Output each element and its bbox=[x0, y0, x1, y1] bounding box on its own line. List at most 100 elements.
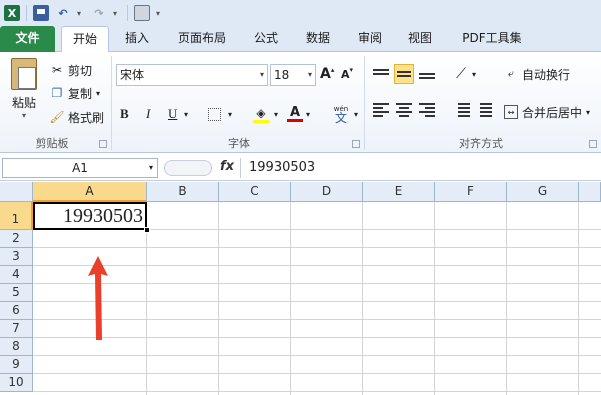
print-icon[interactable] bbox=[134, 5, 150, 21]
text-orientation-icon: ⟋ bbox=[456, 66, 466, 82]
font-size-select[interactable]: 18 ▾ bbox=[270, 64, 316, 86]
orientation-dropdown-icon[interactable]: ▾ bbox=[472, 64, 476, 84]
grid-line bbox=[578, 202, 579, 395]
fill-color-bar bbox=[253, 119, 269, 123]
tab-home[interactable]: 开始 bbox=[61, 26, 109, 53]
align-center-button[interactable] bbox=[394, 100, 414, 120]
column-header-g[interactable]: G bbox=[507, 182, 579, 202]
tab-data[interactable]: 数据 bbox=[296, 26, 340, 52]
toolbar-separator bbox=[127, 5, 128, 21]
align-left-button[interactable] bbox=[371, 100, 391, 120]
tab-review[interactable]: 审阅 bbox=[348, 26, 392, 52]
grow-font-button[interactable]: A ▴ bbox=[320, 64, 334, 84]
font-color-dropdown-icon[interactable]: ▾ bbox=[306, 104, 310, 124]
tab-view[interactable]: 视图 bbox=[398, 26, 442, 52]
row-header-7[interactable]: 7 bbox=[0, 320, 33, 338]
phonetic-char: 文 bbox=[334, 111, 347, 125]
column-header-h[interactable] bbox=[579, 182, 601, 202]
underline-dropdown-icon[interactable]: ▾ bbox=[184, 104, 188, 124]
font-color-button[interactable]: A bbox=[286, 104, 304, 124]
grid-line bbox=[33, 337, 601, 338]
fill-handle[interactable] bbox=[144, 227, 150, 233]
undo-icon[interactable]: ↶ bbox=[55, 5, 71, 21]
copy-button[interactable]: ❐ 复制 ▾ bbox=[50, 83, 100, 103]
decrease-indent-button[interactable] bbox=[452, 100, 472, 120]
wrap-text-button[interactable]: ⤶ 自动换行 bbox=[504, 64, 570, 84]
paste-button[interactable]: 粘贴 ▾ bbox=[6, 58, 42, 128]
italic-button[interactable]: I bbox=[146, 104, 150, 124]
fill-color-button[interactable]: ◈ bbox=[250, 104, 272, 124]
column-header-e[interactable]: E bbox=[363, 182, 435, 202]
column-header-b[interactable]: B bbox=[147, 182, 219, 202]
font-color-icon: A bbox=[289, 105, 301, 120]
paste-dropdown-icon[interactable]: ▾ bbox=[6, 111, 42, 120]
cut-button[interactable]: ✂ 剪切 bbox=[50, 60, 92, 80]
row-header-2[interactable]: 2 bbox=[0, 230, 33, 248]
cell-a1[interactable]: 19930503 bbox=[33, 202, 147, 230]
tab-pdf-tools[interactable]: PDF工具集 bbox=[452, 26, 532, 52]
row-header-3[interactable]: 3 bbox=[0, 248, 33, 266]
copy-dropdown-icon[interactable]: ▾ bbox=[96, 89, 100, 98]
column-header-a[interactable]: A bbox=[33, 182, 147, 202]
font-size-value: 18 bbox=[274, 68, 290, 82]
row-header-1[interactable]: 1 bbox=[0, 202, 33, 230]
orientation-button[interactable]: ⟋ bbox=[450, 64, 472, 84]
paste-icon bbox=[11, 58, 37, 90]
format-painter-label: 格式刷 bbox=[68, 110, 105, 125]
font-launcher-icon[interactable] bbox=[352, 140, 360, 148]
alignment-launcher-icon[interactable] bbox=[589, 140, 597, 148]
row-header-9[interactable]: 9 bbox=[0, 356, 33, 374]
scissors-icon: ✂ bbox=[51, 63, 63, 77]
tab-page-layout[interactable]: 页面布局 bbox=[168, 26, 236, 52]
align-bottom-button[interactable] bbox=[417, 64, 437, 84]
caret-down-icon: ▾ bbox=[349, 66, 354, 74]
align-middle-button[interactable] bbox=[394, 64, 414, 84]
tab-insert[interactable]: 插入 bbox=[114, 26, 160, 52]
fill-color-dropdown-icon[interactable]: ▾ bbox=[274, 104, 278, 124]
column-header-d[interactable]: D bbox=[291, 182, 363, 202]
save-icon[interactable] bbox=[33, 5, 49, 21]
font-name-value: 宋体 bbox=[120, 68, 145, 82]
increase-indent-button[interactable] bbox=[474, 100, 494, 120]
row-header-6[interactable]: 6 bbox=[0, 302, 33, 320]
align-top-button[interactable] bbox=[371, 64, 391, 84]
grid-line bbox=[33, 319, 601, 320]
formula-bar-resize-handle[interactable] bbox=[164, 160, 212, 176]
formula-input[interactable]: 19930503 bbox=[240, 158, 599, 178]
merge-center-button[interactable]: ↔ 合并后居中 ▾ bbox=[504, 102, 590, 122]
select-all-corner[interactable] bbox=[0, 182, 33, 202]
customize-toolbar-icon[interactable]: ▾ bbox=[156, 9, 164, 18]
format-painter-button[interactable]: 🖌 格式刷 bbox=[49, 107, 105, 127]
clipboard-launcher-icon[interactable] bbox=[99, 140, 107, 148]
borders-dropdown-icon[interactable]: ▾ bbox=[228, 104, 232, 124]
row-header-8[interactable]: 8 bbox=[0, 338, 33, 356]
column-header-f[interactable]: F bbox=[435, 182, 507, 202]
row-header-5[interactable]: 5 bbox=[0, 284, 33, 302]
quick-access-toolbar: X ↶ ▾ ↷ ▾ ▾ bbox=[0, 0, 601, 26]
tab-file[interactable]: 文件 bbox=[0, 26, 55, 52]
shrink-font-button[interactable]: A ▾ bbox=[341, 64, 353, 84]
merge-dropdown-icon[interactable]: ▾ bbox=[586, 108, 590, 117]
excel-logo-icon[interactable]: X bbox=[4, 5, 20, 21]
align-right-button[interactable] bbox=[417, 100, 437, 120]
undo-dropdown-icon[interactable]: ▾ bbox=[77, 9, 85, 18]
paintbrush-icon: 🖌 bbox=[49, 110, 65, 124]
phonetic-dropdown-icon[interactable]: ▾ bbox=[354, 104, 358, 124]
phonetic-button[interactable]: wén 文 bbox=[330, 104, 352, 124]
borders-button[interactable] bbox=[204, 104, 224, 124]
ribbon-home: 粘贴 ▾ ✂ 剪切 ❐ 复制 ▾ 🖌 格式刷 剪贴板 宋体 ▾ 18 ▾ A ▴ … bbox=[0, 52, 601, 153]
redo-icon[interactable]: ↷ bbox=[91, 5, 107, 21]
font-name-select[interactable]: 宋体 ▾ bbox=[116, 64, 268, 86]
row-header-10[interactable]: 10 bbox=[0, 374, 33, 392]
grid-line bbox=[33, 391, 601, 392]
column-header-c[interactable]: C bbox=[219, 182, 291, 202]
redo-dropdown-icon[interactable]: ▾ bbox=[113, 9, 121, 18]
underline-button[interactable]: U bbox=[168, 104, 177, 124]
formula-bar: A1 ▾ fx 19930503 bbox=[0, 155, 601, 181]
insert-function-icon[interactable]: fx bbox=[220, 159, 234, 174]
alignment-group-label: 对齐方式 bbox=[459, 137, 503, 150]
name-box[interactable]: A1 ▾ bbox=[2, 158, 158, 178]
tab-formulas[interactable]: 公式 bbox=[244, 26, 288, 52]
row-header-4[interactable]: 4 bbox=[0, 266, 33, 284]
bold-button[interactable]: B bbox=[120, 104, 129, 124]
